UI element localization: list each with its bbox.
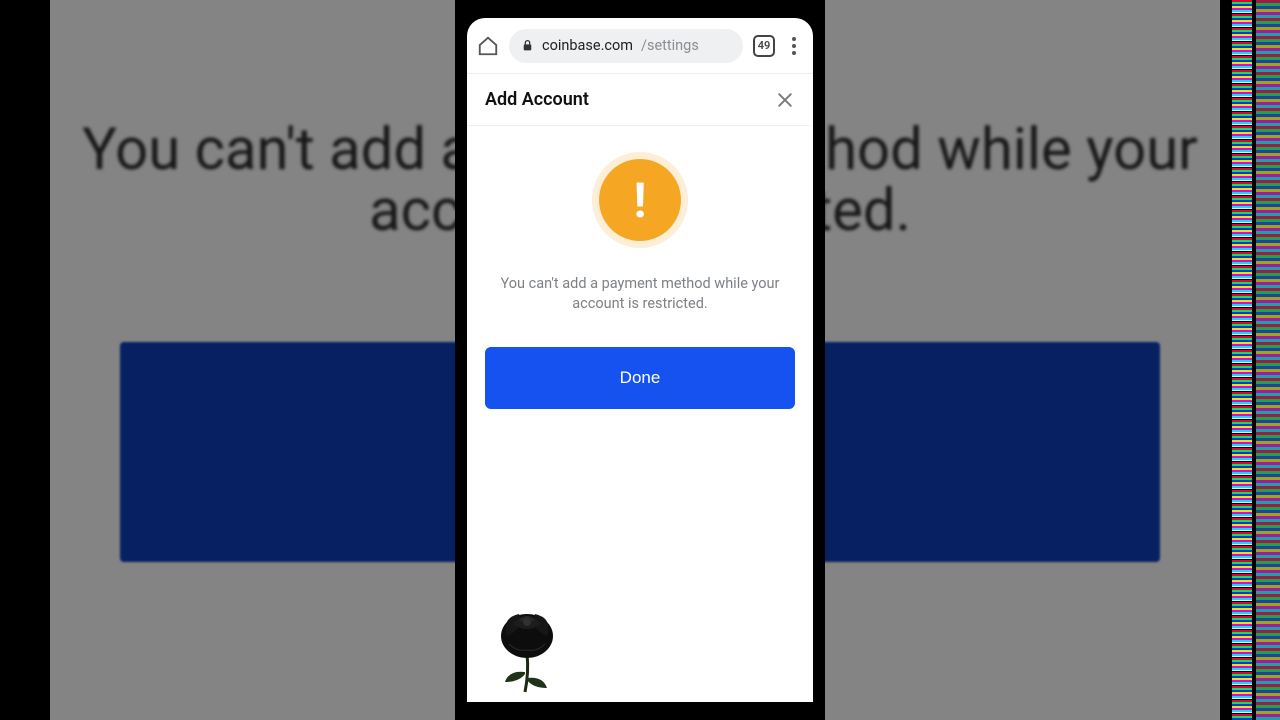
done-button[interactable]: Done xyxy=(485,347,795,409)
lock-icon xyxy=(521,39,534,52)
video-artifact-strip xyxy=(1232,0,1252,720)
warning-icon: ! xyxy=(599,159,681,241)
tab-count-button[interactable]: 49 xyxy=(753,35,775,57)
url-path: /settings xyxy=(641,37,699,54)
phone-screen: coinbase.com/settings 49 Add Account ! Y… xyxy=(467,18,813,702)
phone-frame: coinbase.com/settings 49 Add Account ! Y… xyxy=(455,0,825,720)
video-artifact-strip-2 xyxy=(1256,0,1280,720)
gesture-handle xyxy=(807,98,813,228)
close-button[interactable] xyxy=(775,90,795,110)
url-bar[interactable]: coinbase.com/settings xyxy=(509,29,743,63)
warning-icon-wrap: ! xyxy=(592,152,688,248)
browser-menu-icon[interactable] xyxy=(785,37,803,55)
browser-chrome: coinbase.com/settings 49 xyxy=(467,18,813,74)
modal-title: Add Account xyxy=(485,89,589,110)
modal-header: Add Account xyxy=(467,74,813,126)
url-domain: coinbase.com xyxy=(542,37,633,54)
warning-message: You can't add a payment method while you… xyxy=(490,274,790,313)
home-icon[interactable] xyxy=(477,35,499,57)
avatar xyxy=(467,586,587,702)
